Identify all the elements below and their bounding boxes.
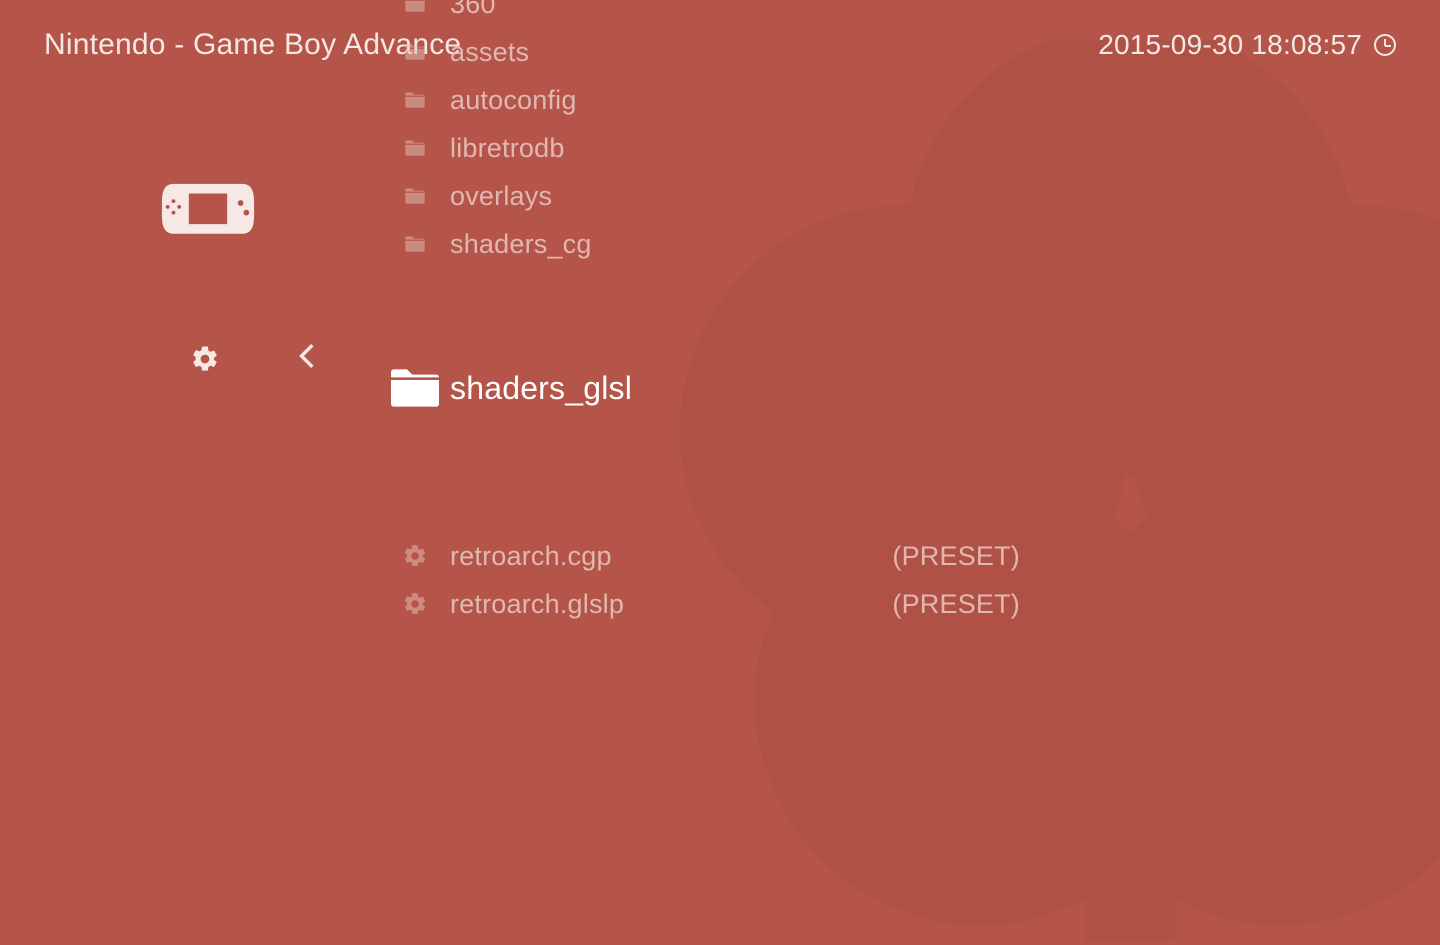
file-row-libretrodb[interactable]: libretrodb [380,124,1380,172]
folder-icon [380,39,450,65]
file-row-shaders-cg[interactable]: shaders_cg [380,220,1380,268]
file-row-label: shaders_cg [450,229,592,260]
file-row-label: retroarch.glslp [450,589,624,620]
gear-icon [380,543,450,569]
folder-icon [380,231,450,257]
file-row-tag: (PRESET) [892,589,1020,620]
file-row-shaders-glsl[interactable]: shaders_glsl [380,268,1380,508]
file-row-label: libretrodb [450,133,565,164]
file-row-overlays[interactable]: overlays [380,172,1380,220]
file-row-assets[interactable]: assets [380,28,1380,76]
file-row-autoconfig[interactable]: autoconfig [380,76,1380,124]
spacer [380,508,1380,532]
folder-icon [380,87,450,113]
file-row-label: shaders_glsl [450,370,632,407]
file-row-tag: (PRESET) [892,541,1020,572]
back-icon[interactable] [288,338,324,374]
folder-icon [380,183,450,209]
settings-icon[interactable] [190,344,220,374]
file-row-retroarch-glslp[interactable]: retroarch.glslp (PRESET) [380,580,1380,628]
file-row-label: assets [450,37,529,68]
folder-icon [380,0,450,17]
file-row-360[interactable]: 360 [380,0,1380,28]
console-gba-icon [160,180,256,240]
folder-icon [380,135,450,161]
file-row-label: overlays [450,181,552,212]
file-row-retroarch-cgp[interactable]: retroarch.cgp (PRESET) [380,532,1380,580]
file-row-label: 360 [450,0,496,20]
file-row-label: retroarch.cgp [450,541,612,572]
folder-icon [380,356,450,420]
gear-icon [380,591,450,617]
file-row-label: autoconfig [450,85,577,116]
file-list: 360 assets autoconfig libretrodb overlays sha… [380,0,1380,628]
